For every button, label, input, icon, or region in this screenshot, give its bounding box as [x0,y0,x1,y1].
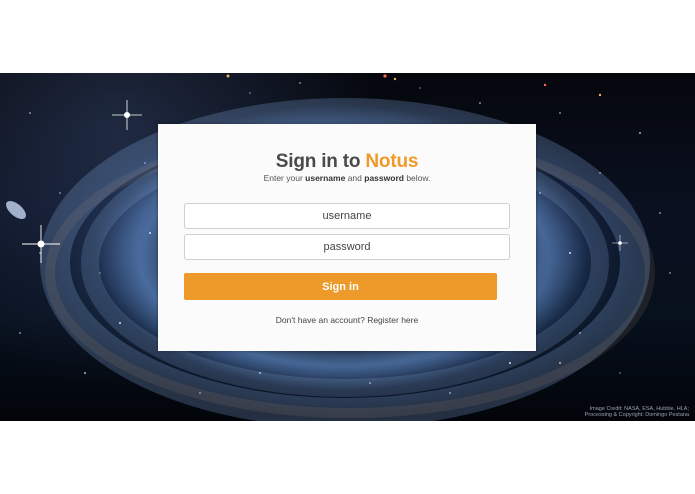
subtitle-username: username [305,173,346,183]
login-instructions: Enter your username and password below. [158,173,536,183]
image-credit-line2: Processing & Copyright: Domingo Pestana [584,412,689,418]
subtitle-part1: Enter your [263,173,303,183]
brand-name: Notus [365,151,419,172]
subtitle-part3: below. [406,173,431,183]
image-credit: Image Credit: NASA, ESA, Hubble, HLA; Pr… [585,406,689,418]
bright-star-top-left [112,100,142,130]
register-link[interactable]: Register here [367,315,418,325]
subtitle-password: password [364,173,404,183]
page-title: Sign in to Notus [158,151,536,173]
login-screen: Image Credit: NASA, ESA, Hubble, HLA; Pr… [0,0,695,494]
register-question: Don't have an account? [275,315,365,325]
login-card: Sign in to Notus Enter your username and… [158,124,536,351]
password-input[interactable] [184,234,510,260]
username-input[interactable] [184,203,510,229]
sign-in-button[interactable]: Sign in [184,273,497,300]
subtitle-part2: and [347,173,362,183]
small-galaxy [6,201,26,219]
register-prompt: Don't have an account? Register here [158,315,536,325]
title-prefix: Sign in to [275,151,361,172]
